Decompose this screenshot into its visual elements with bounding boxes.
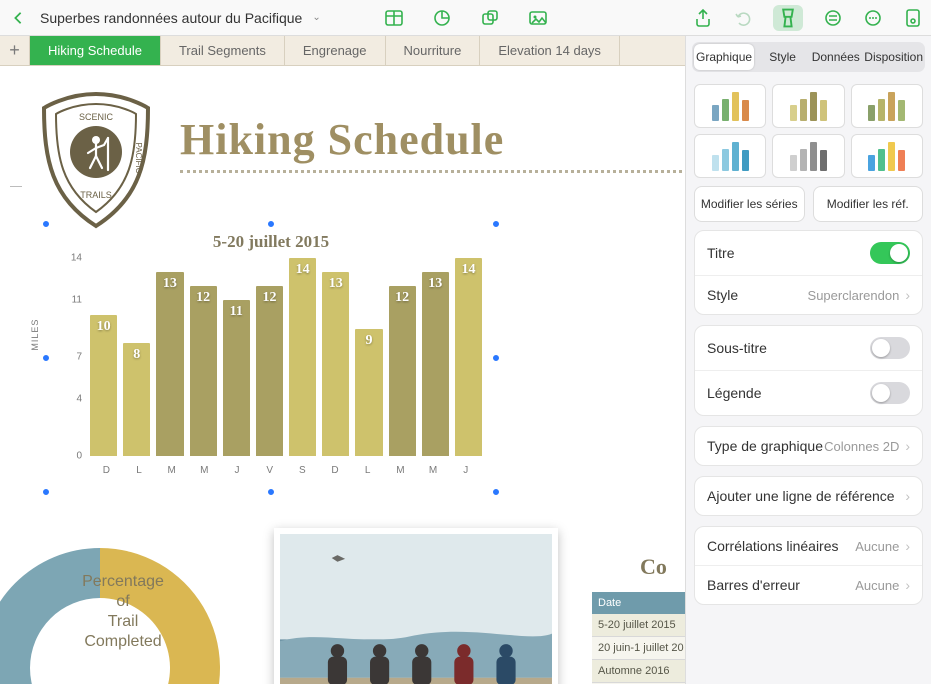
toggle-legende[interactable]	[870, 382, 910, 404]
edit-series-button[interactable]: Modifier les séries	[694, 186, 805, 222]
row-style-value: Superclarendon	[808, 288, 900, 303]
document-settings-icon[interactable]	[903, 8, 923, 28]
chevron-right-icon: ›	[905, 538, 910, 554]
back-icon[interactable]	[8, 8, 28, 28]
share-icon[interactable]	[693, 8, 713, 28]
undo-icon[interactable]	[733, 8, 753, 28]
chevron-right-icon: ›	[905, 577, 910, 593]
chart-style-presets	[686, 76, 931, 186]
insert-chart-icon[interactable]	[432, 8, 452, 28]
segment-style[interactable]: Style	[756, 42, 809, 72]
row-chart-type[interactable]: Type de graphique Colonnes 2D ›	[695, 427, 922, 465]
insert-shape-icon[interactable]	[480, 8, 500, 28]
document-title[interactable]: Superbes randonnées autour du Pacifique	[40, 10, 302, 26]
row-error-bars[interactable]: Barres d'erreur Aucune ›	[695, 566, 922, 604]
row-legende[interactable]: Légende	[695, 371, 922, 415]
row-sous-titre[interactable]: Sous-titre	[695, 326, 922, 371]
bar-chart[interactable]: 5-20 juillet 2015 MILES 0471114 10813121…	[54, 232, 488, 484]
chevron-right-icon: ›	[905, 438, 910, 454]
chart-preset[interactable]	[851, 134, 923, 178]
tab-nourriture[interactable]: Nourriture	[386, 36, 481, 65]
canvas[interactable]: SCENIC TRAILS PACIFIC Hiking Schedule 5-…	[0, 66, 685, 684]
table-row[interactable]: 20 juin-1 juillet 20	[592, 637, 685, 660]
chart-preset[interactable]	[772, 84, 844, 128]
row-style[interactable]: Style Superclarendon ›	[695, 276, 922, 314]
tab-engrenage[interactable]: Engrenage	[285, 36, 386, 65]
format-brush-icon[interactable]	[773, 5, 803, 31]
chevron-right-icon: ›	[905, 287, 910, 303]
segment-graphique[interactable]: Graphique	[694, 44, 754, 70]
table-row[interactable]: Automne 2016	[592, 660, 685, 683]
top-toolbar: Superbes randonnées autour du Pacifique …	[0, 0, 931, 36]
segment-donnees[interactable]: Données	[809, 42, 862, 72]
row-legende-label: Légende	[707, 385, 762, 401]
organize-icon[interactable]	[823, 8, 843, 28]
logo-top-text: SCENIC	[79, 112, 114, 122]
table-row[interactable]: 5-20 juillet 2015	[592, 614, 685, 637]
table-header: Date	[592, 592, 685, 614]
chart-preset[interactable]	[851, 84, 923, 128]
format-inspector: Graphique Style Données Disposition Modi…	[685, 36, 931, 684]
tab-hiking-schedule[interactable]: Hiking Schedule	[30, 36, 161, 65]
toggle-titre[interactable]	[870, 242, 910, 264]
chart-preset[interactable]	[772, 134, 844, 178]
chevron-right-icon: ›	[905, 488, 910, 504]
logo-right-text: PACIFIC	[134, 143, 143, 174]
tab-elevation[interactable]: Elevation 14 days	[480, 36, 620, 65]
trails-logo[interactable]: SCENIC TRAILS PACIFIC	[36, 90, 156, 230]
row-correlations-value: Aucune	[855, 539, 899, 554]
edit-refs-button[interactable]: Modifier les réf.	[813, 186, 924, 222]
insert-table-icon[interactable]	[384, 8, 404, 28]
row-sous-titre-label: Sous-titre	[707, 340, 767, 356]
row-titre[interactable]: Titre	[695, 231, 922, 276]
more-icon[interactable]	[863, 8, 883, 28]
logo-bottom-text: TRAILS	[80, 190, 112, 200]
row-chart-type-value: Colonnes 2D	[824, 439, 899, 454]
tab-trail-segments[interactable]: Trail Segments	[161, 36, 285, 65]
row-error-bars-value: Aucune	[855, 578, 899, 593]
row-chart-type-label: Type de graphique	[707, 438, 823, 454]
chart-preset[interactable]	[694, 84, 766, 128]
divider	[180, 170, 682, 173]
segment-disposition[interactable]: Disposition	[862, 42, 925, 72]
add-sheet-button[interactable]: +	[0, 36, 30, 65]
page-title[interactable]: Hiking Schedule	[180, 114, 504, 165]
row-reference-line[interactable]: Ajouter une ligne de référence ›	[695, 477, 922, 515]
row-reference-line-label: Ajouter une ligne de référence	[707, 488, 895, 504]
donut-title: Percentage of Trail Completed	[48, 572, 198, 652]
row-style-label: Style	[707, 287, 738, 303]
inspector-segments: Graphique Style Données Disposition	[692, 42, 925, 72]
ruler-tick	[10, 186, 22, 187]
row-titre-label: Titre	[707, 245, 734, 261]
table-title-cropped: Co	[640, 554, 667, 580]
selection-handles[interactable]	[46, 224, 496, 492]
document-dropdown-icon[interactable]: ⌄	[312, 12, 320, 23]
photo[interactable]	[274, 528, 558, 684]
row-correlations[interactable]: Corrélations linéaires Aucune ›	[695, 527, 922, 566]
y-axis-label: MILES	[30, 319, 40, 351]
insert-media-icon[interactable]	[528, 8, 548, 28]
chart-preset[interactable]	[694, 134, 766, 178]
row-error-bars-label: Barres d'erreur	[707, 577, 800, 593]
row-correlations-label: Corrélations linéaires	[707, 538, 839, 554]
toggle-sous-titre[interactable]	[870, 337, 910, 359]
data-table[interactable]: Date 5-20 juillet 201520 juin-1 juillet …	[592, 592, 685, 684]
